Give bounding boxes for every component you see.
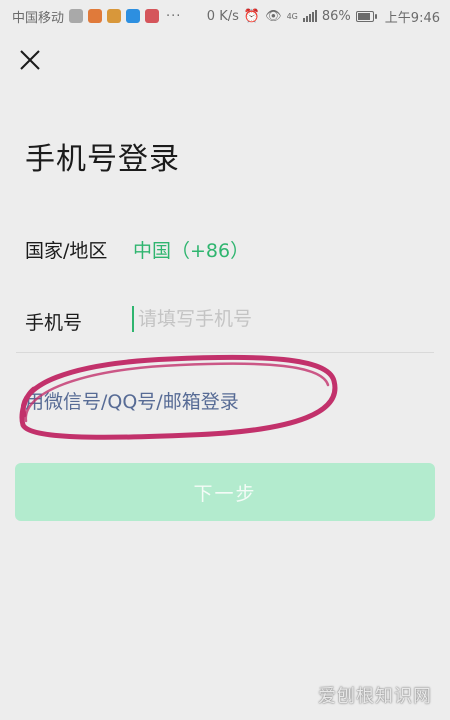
clock: 上午9:46 (384, 10, 440, 26)
region-label: 国家/地区 (25, 240, 108, 262)
status-bar-left: 中国移动 ··· (12, 7, 181, 26)
alarm-icon: ⏰ (243, 8, 261, 24)
app-notification-icon (145, 9, 160, 23)
text-cursor (132, 306, 134, 332)
carrier-label: 中国移动 (12, 10, 65, 26)
status-bar-right: 0 K/s ⏰ 👁 4G 86% 上午9:46 (207, 7, 440, 26)
close-icon (20, 50, 40, 70)
page-title: 手机号登录 (25, 142, 180, 177)
region-selector[interactable]: 中国（+86） (133, 236, 249, 263)
divider (16, 352, 434, 353)
more-notifications-icon: ··· (166, 8, 182, 24)
battery-icon (355, 10, 377, 22)
alt-login-link[interactable]: 用微信号/QQ号/邮箱登录 (25, 387, 239, 414)
battery-percent: 86% (321, 8, 351, 24)
app-notification-icon (126, 9, 141, 23)
signal-icon (302, 10, 317, 22)
phone-label: 手机号 (25, 312, 83, 334)
net-speed: 0 K/s (206, 8, 239, 24)
eye-icon: 👁 (265, 8, 282, 24)
phone-input-wrapper (132, 303, 432, 335)
close-button[interactable] (16, 46, 44, 74)
phone-input[interactable] (136, 303, 426, 335)
app-notification-icon (69, 9, 84, 23)
network-type-label: 4G (286, 11, 298, 21)
app-notification-icon (88, 9, 103, 23)
next-button[interactable]: 下一步 (15, 463, 435, 521)
app-notification-icon (107, 9, 122, 23)
status-bar: 中国移动 ··· 0 K/s ⏰ 👁 4G 86% 上午9:46 (0, 0, 450, 32)
watermark: 爱刨根知识网 (318, 686, 432, 707)
